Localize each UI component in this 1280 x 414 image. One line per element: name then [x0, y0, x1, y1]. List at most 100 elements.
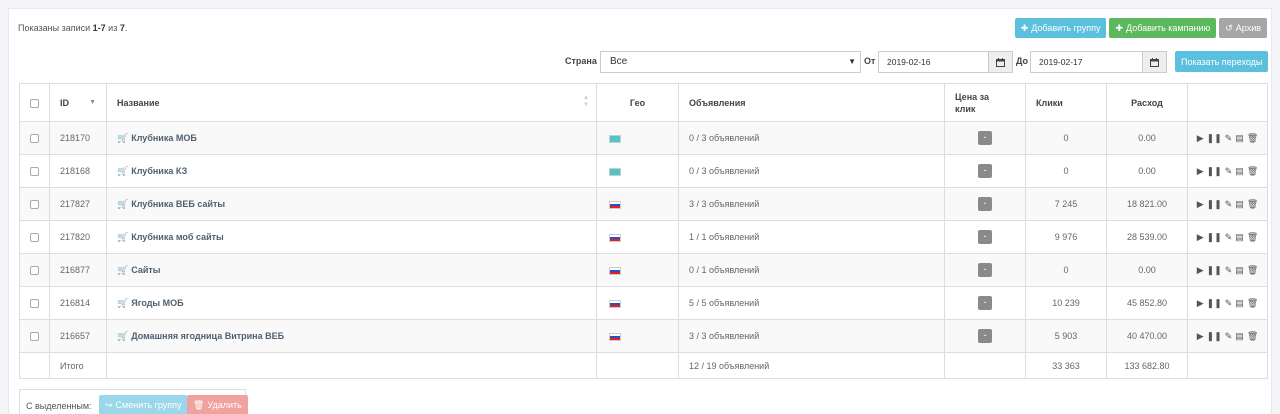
- filters-bar: Страна Все ▼ От 2019-02-16 До 2019-02-17…: [0, 51, 1280, 73]
- delete-button[interactable]: 🗑 Удалить: [187, 395, 248, 414]
- campaign-link[interactable]: 🛒 Домашняя ягодница Витрина ВЕБ: [117, 331, 284, 342]
- file-icon[interactable]: ▤: [1235, 199, 1244, 210]
- date-from-input[interactable]: 2019-02-16: [878, 51, 1013, 73]
- row-checkbox[interactable]: [30, 299, 39, 309]
- play-icon[interactable]: ▶: [1197, 199, 1204, 210]
- row-clicks: 0: [1025, 154, 1107, 188]
- trash-icon[interactable]: 🗑: [1247, 166, 1258, 177]
- row-checkbox[interactable]: [30, 200, 39, 210]
- campaign-link[interactable]: 🛒 Клубника моб сайты: [117, 232, 224, 243]
- undo-icon: ↺: [1225, 23, 1233, 33]
- col-ads: Объявления: [678, 83, 945, 122]
- trash-icon[interactable]: 🗑: [1247, 199, 1258, 210]
- country-select[interactable]: Все ▼: [600, 51, 861, 73]
- row-clicks: 9 976: [1025, 220, 1107, 254]
- cpc-button[interactable]: -: [978, 131, 992, 145]
- play-icon[interactable]: ▶: [1197, 133, 1204, 144]
- row-ads: 0 / 1 объявлений: [678, 253, 945, 287]
- row-clicks: 5 903: [1025, 319, 1107, 353]
- cart-icon: 🛒: [117, 297, 129, 308]
- row-id: 216877: [49, 253, 107, 287]
- row-checkbox[interactable]: [30, 167, 39, 177]
- archive-button[interactable]: ↺ Архив: [1219, 18, 1267, 38]
- file-icon[interactable]: ▤: [1235, 265, 1244, 276]
- sort-desc-icon: ▼: [89, 99, 96, 106]
- col-id[interactable]: ID ▼: [49, 83, 107, 122]
- edit-icon[interactable]: ✎: [1225, 199, 1233, 210]
- flag-kz-icon: [609, 134, 621, 143]
- file-icon[interactable]: ▤: [1235, 166, 1244, 177]
- calendar-icon[interactable]: [988, 52, 1012, 72]
- trash-icon[interactable]: 🗑: [1247, 232, 1258, 243]
- calendar-icon[interactable]: [1142, 52, 1166, 72]
- totals-label: Итого: [49, 352, 107, 379]
- table-row: 216877 🛒 Сайты 0 / 1 объявлений - 0 0.00 …: [19, 253, 1268, 287]
- cpc-button[interactable]: -: [978, 164, 992, 178]
- play-icon[interactable]: ▶: [1197, 265, 1204, 276]
- row-clicks: 10 239: [1025, 286, 1107, 320]
- edit-icon[interactable]: ✎: [1225, 133, 1233, 144]
- play-icon[interactable]: ▶: [1197, 232, 1204, 243]
- row-checkbox[interactable]: [30, 233, 39, 243]
- edit-icon[interactable]: ✎: [1225, 166, 1233, 177]
- cart-icon: 🛒: [117, 132, 129, 143]
- pause-icon[interactable]: ❚❚: [1207, 298, 1222, 309]
- row-checkbox[interactable]: [30, 266, 39, 276]
- sort-icon: ▲ ▼: [583, 95, 589, 108]
- play-icon[interactable]: ▶: [1197, 166, 1204, 177]
- row-ads: 3 / 3 объявлений: [678, 319, 945, 353]
- col-clicks: Клики: [1025, 83, 1107, 122]
- pause-icon[interactable]: ❚❚: [1207, 232, 1222, 243]
- file-icon[interactable]: ▤: [1235, 298, 1244, 309]
- campaign-link[interactable]: 🛒 Ягоды МОБ: [117, 298, 184, 309]
- edit-icon[interactable]: ✎: [1225, 232, 1233, 243]
- flag-ru-icon: [609, 332, 621, 341]
- campaign-link[interactable]: 🛒 Клубника КЗ: [117, 166, 187, 177]
- cpc-button[interactable]: -: [978, 329, 992, 343]
- cpc-button[interactable]: -: [978, 230, 992, 244]
- pause-icon[interactable]: ❚❚: [1207, 265, 1222, 276]
- row-checkbox[interactable]: [30, 134, 39, 144]
- trash-icon[interactable]: 🗑: [1247, 265, 1258, 276]
- play-icon[interactable]: ▶: [1197, 298, 1204, 309]
- edit-icon[interactable]: ✎: [1225, 265, 1233, 276]
- play-icon[interactable]: ▶: [1197, 331, 1204, 342]
- add-campaign-button[interactable]: ✚ Добавить кампанию: [1109, 18, 1217, 38]
- edit-icon[interactable]: ✎: [1225, 331, 1233, 342]
- edit-icon[interactable]: ✎: [1225, 298, 1233, 309]
- cpc-button[interactable]: -: [978, 296, 992, 310]
- pause-icon[interactable]: ❚❚: [1207, 166, 1222, 177]
- row-ads: 1 / 1 объявлений: [678, 220, 945, 254]
- file-icon[interactable]: ▤: [1235, 232, 1244, 243]
- table-row: 216814 🛒 Ягоды МОБ 5 / 5 объявлений - 10 …: [19, 286, 1268, 320]
- date-to-input[interactable]: 2019-02-17: [1030, 51, 1167, 73]
- plus-icon: ✚: [1115, 23, 1123, 33]
- campaign-link[interactable]: 🛒 Клубника МОБ: [117, 133, 197, 144]
- trash-icon[interactable]: 🗑: [1247, 331, 1258, 342]
- file-icon[interactable]: ▤: [1235, 133, 1244, 144]
- col-name[interactable]: Название ▲ ▼: [106, 83, 597, 122]
- row-id: 216814: [49, 286, 107, 320]
- file-icon[interactable]: ▤: [1235, 331, 1244, 342]
- bulk-label: С выделенным:: [26, 401, 92, 411]
- row-checkbox[interactable]: [30, 332, 39, 342]
- pause-icon[interactable]: ❚❚: [1207, 199, 1222, 210]
- pause-icon[interactable]: ❚❚: [1207, 331, 1222, 342]
- campaigns-table: ID ▼ Название ▲ ▼ Гео Объявления Цена за кли…: [19, 83, 1268, 379]
- show-clicks-button[interactable]: Показать переходы: [1175, 51, 1269, 72]
- bulk-actions-bar: С выделенным: ↪ Сменить группу 🗑 Удалить: [19, 389, 248, 414]
- from-label: От: [864, 56, 876, 66]
- trash-icon[interactable]: 🗑: [1247, 133, 1258, 144]
- row-ads: 0 / 3 объявлений: [678, 121, 945, 155]
- row-cost: 40 470.00: [1106, 319, 1188, 353]
- pause-icon[interactable]: ❚❚: [1207, 133, 1222, 144]
- campaign-link[interactable]: 🛒 Клубника ВЕБ сайты: [117, 199, 225, 210]
- add-group-button[interactable]: ✚ Добавить группу: [1014, 18, 1107, 38]
- select-all-checkbox[interactable]: [30, 98, 39, 108]
- cpc-button[interactable]: -: [978, 263, 992, 277]
- cpc-button[interactable]: -: [978, 197, 992, 211]
- trash-icon[interactable]: 🗑: [1247, 298, 1258, 309]
- cart-icon: 🛒: [117, 330, 129, 341]
- campaign-link[interactable]: 🛒 Сайты: [117, 265, 160, 276]
- change-group-button[interactable]: ↪ Сменить группу: [99, 395, 188, 414]
